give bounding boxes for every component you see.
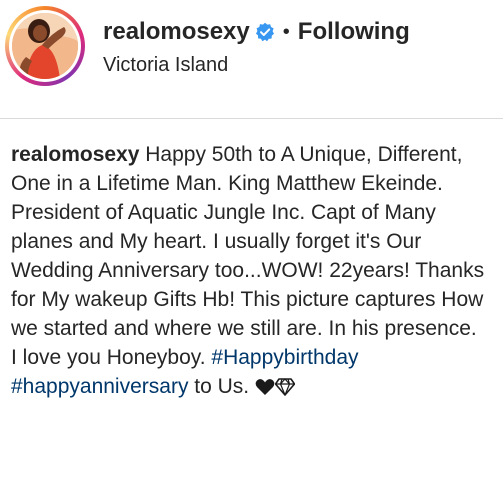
separator-dot: • [282,20,290,43]
divider [0,118,503,119]
username-link[interactable]: realomosexy [103,18,250,46]
following-button[interactable]: Following [298,18,410,46]
caption-text-end: to Us. [194,375,250,398]
avatar-story-ring[interactable] [5,6,85,86]
caption-username-link[interactable]: realomosexy [11,143,139,166]
user-line: realomosexy • Following [103,18,410,46]
black-heart-icon [255,375,275,404]
avatar-frame [9,10,81,82]
hashtag-happyanniversary[interactable]: #happyanniversary [11,375,188,398]
verified-badge-icon [255,22,275,42]
post-header: realomosexy • Following Victoria Island [0,0,503,100]
post-caption: realomosexy Happy 50th to A Unique, Diff… [11,140,499,404]
gem-icon [274,375,296,404]
location-link[interactable]: Victoria Island [103,54,228,77]
avatar-photo [12,13,78,79]
avatar[interactable] [12,13,78,79]
hashtag-happybirthday[interactable]: #Happybirthday [211,346,358,369]
caption-text: Happy 50th to A Unique, Different, One i… [11,143,485,340]
caption-text-love: I love you Honeyboy. [11,346,206,369]
